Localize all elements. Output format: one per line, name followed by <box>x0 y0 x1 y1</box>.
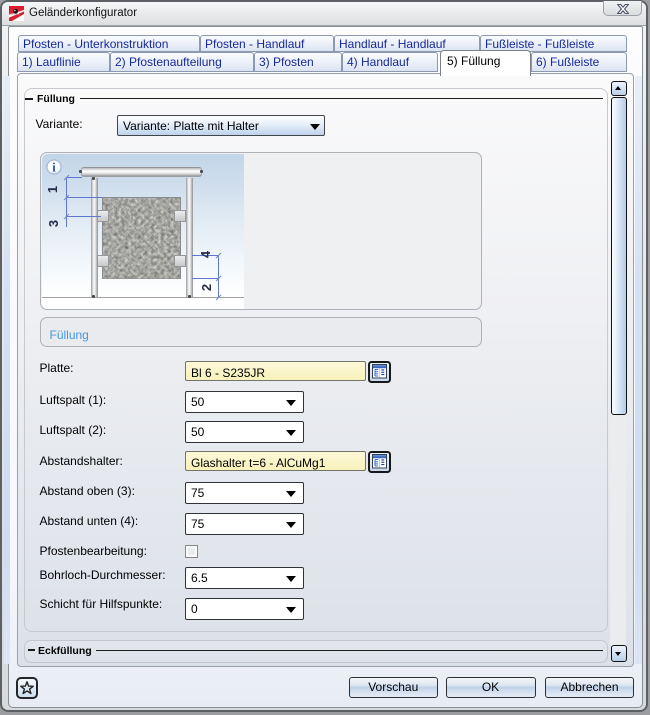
svg-text:i: i <box>52 161 56 175</box>
